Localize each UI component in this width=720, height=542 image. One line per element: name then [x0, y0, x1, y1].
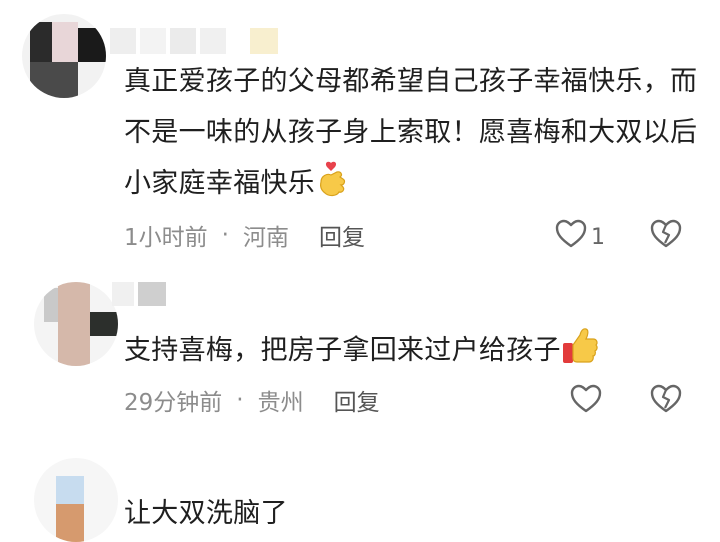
comment-text: 让大双洗脑了: [124, 488, 704, 539]
separator-dot: ·: [221, 222, 229, 248]
username-blurred[interactable]: [110, 28, 280, 56]
comment-text-content: 支持喜梅，把房子拿回来过户给孩子: [124, 335, 561, 366]
reply-button[interactable]: 回复: [334, 383, 380, 417]
separator-dot: ·: [236, 387, 244, 413]
heart-icon: [570, 384, 602, 420]
like-count: 1: [591, 224, 605, 250]
comment-time: 1小时前: [124, 225, 208, 251]
comment-text: 真正爱孩子的父母都希望自己孩子幸福快乐，而不是一味的从孩子身上索取！愿喜梅和大双…: [124, 56, 704, 215]
heart-icon: [555, 219, 587, 255]
comment-location: 贵州: [257, 390, 304, 416]
like-button[interactable]: 1: [555, 219, 605, 255]
username-blurred[interactable]: [112, 282, 172, 310]
avatar[interactable]: [34, 458, 118, 542]
finger-heart-emoji: [315, 160, 349, 215]
dislike-button[interactable]: [650, 219, 682, 253]
comment-text: 支持喜梅，把房子拿回来过户给孩子: [124, 325, 704, 382]
comment-text-content: 让大双洗脑了: [124, 498, 288, 529]
comment-text-content: 真正爱孩子的父母都希望自己孩子幸福快乐，而不是一味的从孩子身上索取！愿喜梅和大双…: [124, 66, 698, 199]
thumbs-up-emoji: [561, 325, 599, 382]
avatar[interactable]: [34, 282, 118, 366]
comment-location: 河南: [242, 225, 289, 251]
broken-heart-icon: [650, 219, 682, 253]
comment-meta: 1小时前 · 河南 回复: [124, 218, 365, 252]
dislike-button[interactable]: [650, 384, 682, 418]
like-button[interactable]: [570, 384, 602, 420]
comment-time: 29分钟前: [124, 390, 223, 416]
broken-heart-icon: [650, 384, 682, 418]
comment-meta: 29分钟前 · 贵州 回复: [124, 383, 380, 417]
avatar[interactable]: [22, 14, 106, 98]
reply-button[interactable]: 回复: [319, 218, 365, 252]
